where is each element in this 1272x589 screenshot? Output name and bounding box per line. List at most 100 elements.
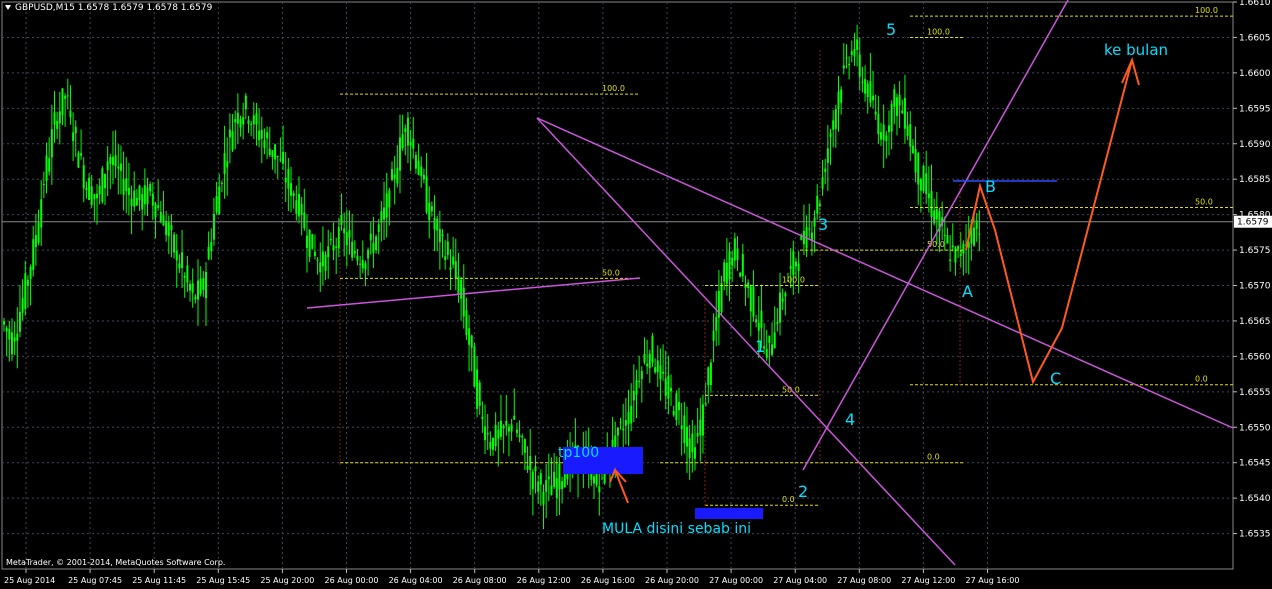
candle-body <box>226 161 229 168</box>
candle-body <box>48 158 51 172</box>
candle-body <box>949 259 952 262</box>
candle-body <box>34 235 37 248</box>
candle-body <box>8 329 11 340</box>
candle-body <box>24 273 27 310</box>
candle-body <box>826 148 829 163</box>
candle-body <box>547 476 550 480</box>
candle-body <box>497 429 500 439</box>
candle-body <box>72 132 75 142</box>
candle-body <box>305 235 308 248</box>
candle-body <box>175 250 178 261</box>
candle-body <box>651 335 654 363</box>
fib-level-label: 0.0 <box>1195 375 1208 384</box>
candle-body <box>563 474 566 488</box>
candle-body <box>869 81 872 103</box>
candle-body <box>69 110 72 118</box>
candle-body <box>274 144 277 160</box>
candle-body <box>864 79 867 94</box>
symbol-header: GBPUSD,M15 1.6578 1.6579 1.6578 1.6579 <box>5 3 212 13</box>
candle-body <box>935 208 938 220</box>
symbol-quote-text: GBPUSD,M15 1.6578 1.6579 1.6578 1.6579 <box>15 3 213 13</box>
candle-body <box>425 176 428 213</box>
candle-body <box>181 252 184 268</box>
candle-body <box>861 81 864 83</box>
candle-body <box>189 283 192 291</box>
candle-body <box>688 438 691 458</box>
candle-body <box>840 89 843 103</box>
candle-body <box>74 126 77 134</box>
candle-body <box>135 197 138 206</box>
candle-body <box>752 286 755 317</box>
candle-body <box>401 133 404 149</box>
candle-body <box>709 362 712 386</box>
fib-level-label: 50.0 <box>602 268 620 277</box>
candle-body <box>247 120 250 124</box>
y-tick-label: 1.6540 <box>1239 494 1271 504</box>
candle-body <box>377 224 380 233</box>
candle-body <box>664 378 667 397</box>
candle-body <box>592 476 595 484</box>
candle-body <box>648 353 651 369</box>
candle-body <box>460 279 463 299</box>
candle-body <box>473 346 476 387</box>
fib-level-label: 100.0 <box>1195 6 1218 15</box>
y-tick-label: 1.6600 <box>1239 69 1271 79</box>
candle-body <box>542 491 545 505</box>
candle-body <box>385 193 388 218</box>
candle-body <box>558 463 561 490</box>
candle-body <box>50 129 53 158</box>
chevron-down-icon[interactable] <box>5 5 11 10</box>
x-tick-label: 27 Aug 00:00 <box>709 576 763 585</box>
candle-body <box>837 91 840 109</box>
candle-body <box>909 123 912 147</box>
x-tick-label: 26 Aug 12:00 <box>517 576 571 585</box>
candle-body <box>122 179 125 195</box>
candle-body <box>103 174 106 189</box>
candle-body <box>510 424 513 432</box>
x-tick-label: 26 Aug 20:00 <box>645 576 699 585</box>
candle-body <box>898 95 901 106</box>
candle-body <box>332 245 335 251</box>
candle-body <box>465 310 468 335</box>
wave-label: 4 <box>845 410 855 429</box>
candle-body <box>263 140 266 148</box>
candle-body <box>335 246 338 248</box>
candle-body <box>521 436 524 438</box>
trendline <box>306 277 641 309</box>
x-tick-label: 25 Aug 2014 <box>4 576 55 585</box>
candle-body <box>696 433 699 437</box>
candle-body <box>356 255 359 261</box>
candle-body <box>361 259 364 269</box>
fib-level-label: 100.0 <box>927 27 950 36</box>
candle-body <box>21 298 24 313</box>
candle-body <box>776 322 779 324</box>
candle-body <box>170 224 173 231</box>
candle-body <box>561 481 564 490</box>
x-tick-label: 26 Aug 04:00 <box>389 576 443 585</box>
candle-body <box>359 263 362 265</box>
candle-body <box>832 120 835 130</box>
candle-body <box>943 234 946 236</box>
candle-body <box>638 380 641 382</box>
tp-annotation: tp100 <box>558 445 599 461</box>
candle-body <box>398 137 401 171</box>
y-tick-label: 1.6555 <box>1239 388 1271 398</box>
candle-body <box>42 184 45 186</box>
price-chart[interactable]: 1.6610 1.6605 1.6600 1.6595 1.6590 1.6585 1.65… <box>0 0 1272 589</box>
fib-level-label: 0.0 <box>927 453 940 462</box>
candle-body <box>911 145 914 154</box>
candle-body <box>297 193 300 217</box>
candle-body <box>197 280 200 300</box>
candle-body <box>252 115 255 125</box>
candle-body <box>887 125 890 133</box>
candle-body <box>146 187 149 205</box>
candle-body <box>111 156 114 166</box>
fib-level-label: 0.0 <box>782 495 795 504</box>
wave-label: 5 <box>886 20 896 39</box>
candle-body <box>757 322 760 331</box>
candle-body <box>890 103 893 132</box>
candle-body <box>627 411 630 425</box>
candle-body <box>53 112 56 125</box>
candle-body <box>877 114 880 135</box>
candle-body <box>212 214 215 240</box>
